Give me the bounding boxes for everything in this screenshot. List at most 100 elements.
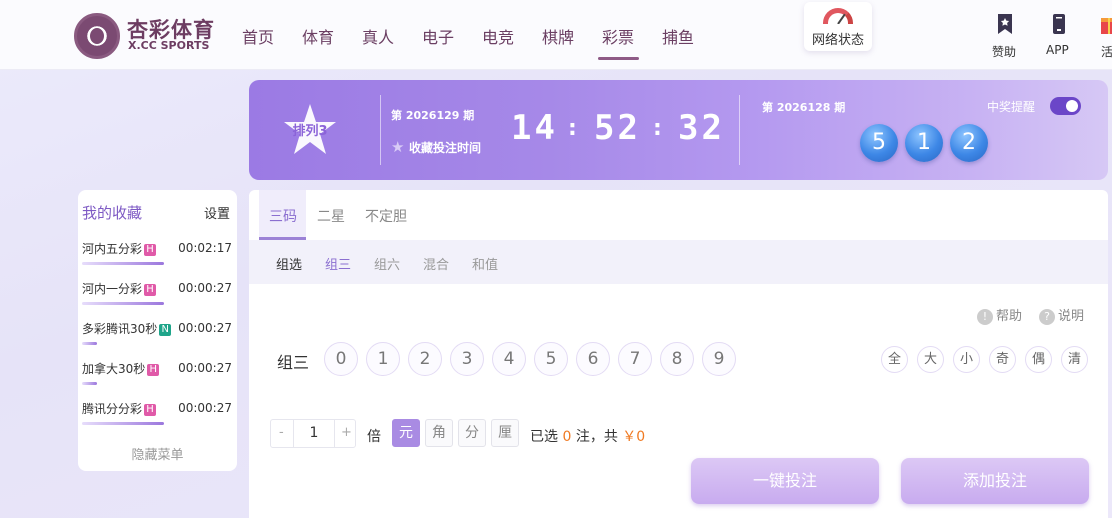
subtab-bar: 组选 组三 组六 混合 和值: [249, 240, 1108, 284]
number-ball-9[interactable]: 9: [702, 342, 736, 376]
nav-live[interactable]: 真人: [362, 24, 394, 48]
favorites-settings-button[interactable]: 设置: [204, 203, 230, 222]
hot-badge: H: [144, 284, 157, 296]
favorite-progress: [82, 262, 164, 265]
favorite-progress: [82, 302, 164, 305]
explain-button[interactable]: ? 说明: [1039, 305, 1084, 325]
countdown-colon: :: [568, 116, 577, 141]
favorite-item[interactable]: 腾讯分分彩 H 00:00:27: [82, 396, 232, 436]
star-icon[interactable]: ★: [391, 138, 404, 156]
unit-fen[interactable]: 分: [458, 419, 486, 447]
unit-li[interactable]: 厘: [491, 419, 519, 447]
hide-menu-button[interactable]: 隐藏菜单: [78, 444, 237, 463]
win-remind-toggle[interactable]: [1050, 97, 1081, 115]
favorite-name: 腾讯分分彩: [82, 402, 143, 416]
add-bet-button[interactable]: 添加投注: [901, 458, 1089, 504]
favorite-bet-time[interactable]: 收藏投注时间: [409, 139, 481, 156]
favorite-progress: [82, 382, 97, 385]
favorite-item[interactable]: 加拿大30秒 H 00:00:27: [82, 356, 232, 396]
nav-sports[interactable]: 体育: [302, 24, 334, 48]
bet-panel: 三码 二星 不定胆 组选 组三 组六 混合 和值 ! 帮助 ? 说明 组三 0 1 …: [249, 190, 1108, 518]
help-button[interactable]: ! 帮助: [977, 305, 1022, 325]
tab-no-fixed[interactable]: 不定胆: [365, 206, 407, 226]
quick-all[interactable]: 全: [881, 346, 908, 373]
sponsor-label[interactable]: 赞助: [992, 43, 1016, 60]
countdown-hours: 14: [511, 108, 558, 148]
quick-odd[interactable]: 奇: [989, 346, 1016, 373]
number-ball-5[interactable]: 5: [534, 342, 568, 376]
top-header: 杏彩体育 X.CC SPORTS 首页 体育 真人 电子 电竞 棋牌 彩票 捕鱼…: [0, 0, 1112, 70]
quick-bet-button[interactable]: 一键投注: [691, 458, 879, 504]
number-ball-1[interactable]: 1: [366, 342, 400, 376]
favorite-countdown: 00:00:27: [178, 281, 232, 295]
favorites-title: 我的收藏: [82, 204, 143, 222]
explain-label: 说明: [1058, 309, 1085, 324]
row-label: 组三: [277, 353, 310, 372]
help-label: 帮助: [996, 309, 1023, 324]
countdown-seconds: 32: [678, 108, 725, 148]
favorite-item[interactable]: 多彩腾讯30秒 N 00:00:27: [82, 316, 232, 356]
favorite-countdown: 00:00:27: [178, 401, 232, 415]
network-status-button[interactable]: 网络状态: [804, 2, 872, 51]
quick-small[interactable]: 小: [953, 346, 980, 373]
favorite-item[interactable]: 河内五分彩 H 00:02:17: [82, 236, 232, 276]
unit-jiao[interactable]: 角: [425, 419, 453, 447]
gift-icon[interactable]: [1100, 13, 1112, 35]
quick-even[interactable]: 偶: [1025, 346, 1052, 373]
nav-esports[interactable]: 电竞: [482, 24, 514, 48]
logo-icon[interactable]: [74, 13, 120, 59]
nav-lottery[interactable]: 彩票: [602, 24, 634, 48]
multiplier-input[interactable]: 1: [293, 420, 335, 447]
favorite-countdown: 00:00:27: [178, 321, 232, 335]
phone-icon[interactable]: [1050, 13, 1068, 35]
nav-active-indicator: [598, 57, 639, 60]
network-status-label: 网络状态: [811, 33, 864, 48]
tab-three-code[interactable]: 三码: [269, 206, 297, 226]
nav-fishing[interactable]: 捕鱼: [662, 24, 694, 48]
unit-yuan[interactable]: 元: [392, 419, 420, 447]
activity-label[interactable]: 活: [1101, 43, 1112, 60]
number-ball-3[interactable]: 3: [450, 342, 484, 376]
nav-home[interactable]: 首页: [242, 24, 274, 48]
info-icon: !: [977, 309, 993, 325]
favorites-panel: 我的收藏 设置 河内五分彩 H 00:02:17 河内一分彩 H 00:00:27 …: [78, 190, 237, 471]
current-issue: 第 2026129 期: [391, 109, 475, 122]
nav-slots[interactable]: 电子: [422, 24, 454, 48]
subtab-group-select[interactable]: 组选: [276, 254, 302, 273]
increment-button[interactable]: +: [341, 425, 352, 440]
favorite-name: 河内一分彩: [82, 282, 143, 296]
decrement-button[interactable]: -: [279, 425, 284, 440]
number-ball-0[interactable]: 0: [324, 342, 358, 376]
number-ball-2[interactable]: 2: [408, 342, 442, 376]
result-ball: 2: [950, 124, 988, 162]
tab-two-star[interactable]: 二星: [317, 206, 345, 226]
number-ball-8[interactable]: 8: [660, 342, 694, 376]
win-remind-label: 中奖提醒: [987, 100, 1036, 114]
favorite-name: 加拿大30秒: [82, 362, 146, 376]
favorite-item[interactable]: 河内一分彩 H 00:00:27: [82, 276, 232, 316]
number-ball-6[interactable]: 6: [576, 342, 610, 376]
new-badge: N: [159, 324, 172, 336]
quick-clear[interactable]: 清: [1061, 346, 1088, 373]
subtab-sum[interactable]: 和值: [472, 254, 498, 273]
app-label[interactable]: APP: [1046, 43, 1069, 57]
banner-divider: [739, 95, 740, 165]
last-issue: 第 2026128 期: [762, 101, 846, 114]
number-ball-7[interactable]: 7: [618, 342, 652, 376]
favorite-countdown: 00:00:27: [178, 361, 232, 375]
countdown-minutes: 52: [594, 108, 641, 148]
question-icon: ?: [1039, 309, 1055, 325]
lottery-logo-icon: 排列3: [284, 104, 336, 154]
nav-cards[interactable]: 棋牌: [542, 24, 574, 48]
total-amount: ￥0: [622, 429, 646, 445]
bookmark-icon[interactable]: [996, 13, 1014, 35]
subtab-group-six[interactable]: 组六: [374, 254, 400, 273]
subtab-group-three[interactable]: 组三: [325, 254, 351, 273]
result-ball: 1: [905, 124, 943, 162]
multiplier-label: 倍: [367, 429, 381, 445]
number-ball-4[interactable]: 4: [492, 342, 526, 376]
subtab-mixed[interactable]: 混合: [423, 254, 449, 273]
summary-mid: 注，共: [571, 429, 623, 445]
hot-badge: H: [144, 244, 157, 256]
quick-big[interactable]: 大: [917, 346, 944, 373]
